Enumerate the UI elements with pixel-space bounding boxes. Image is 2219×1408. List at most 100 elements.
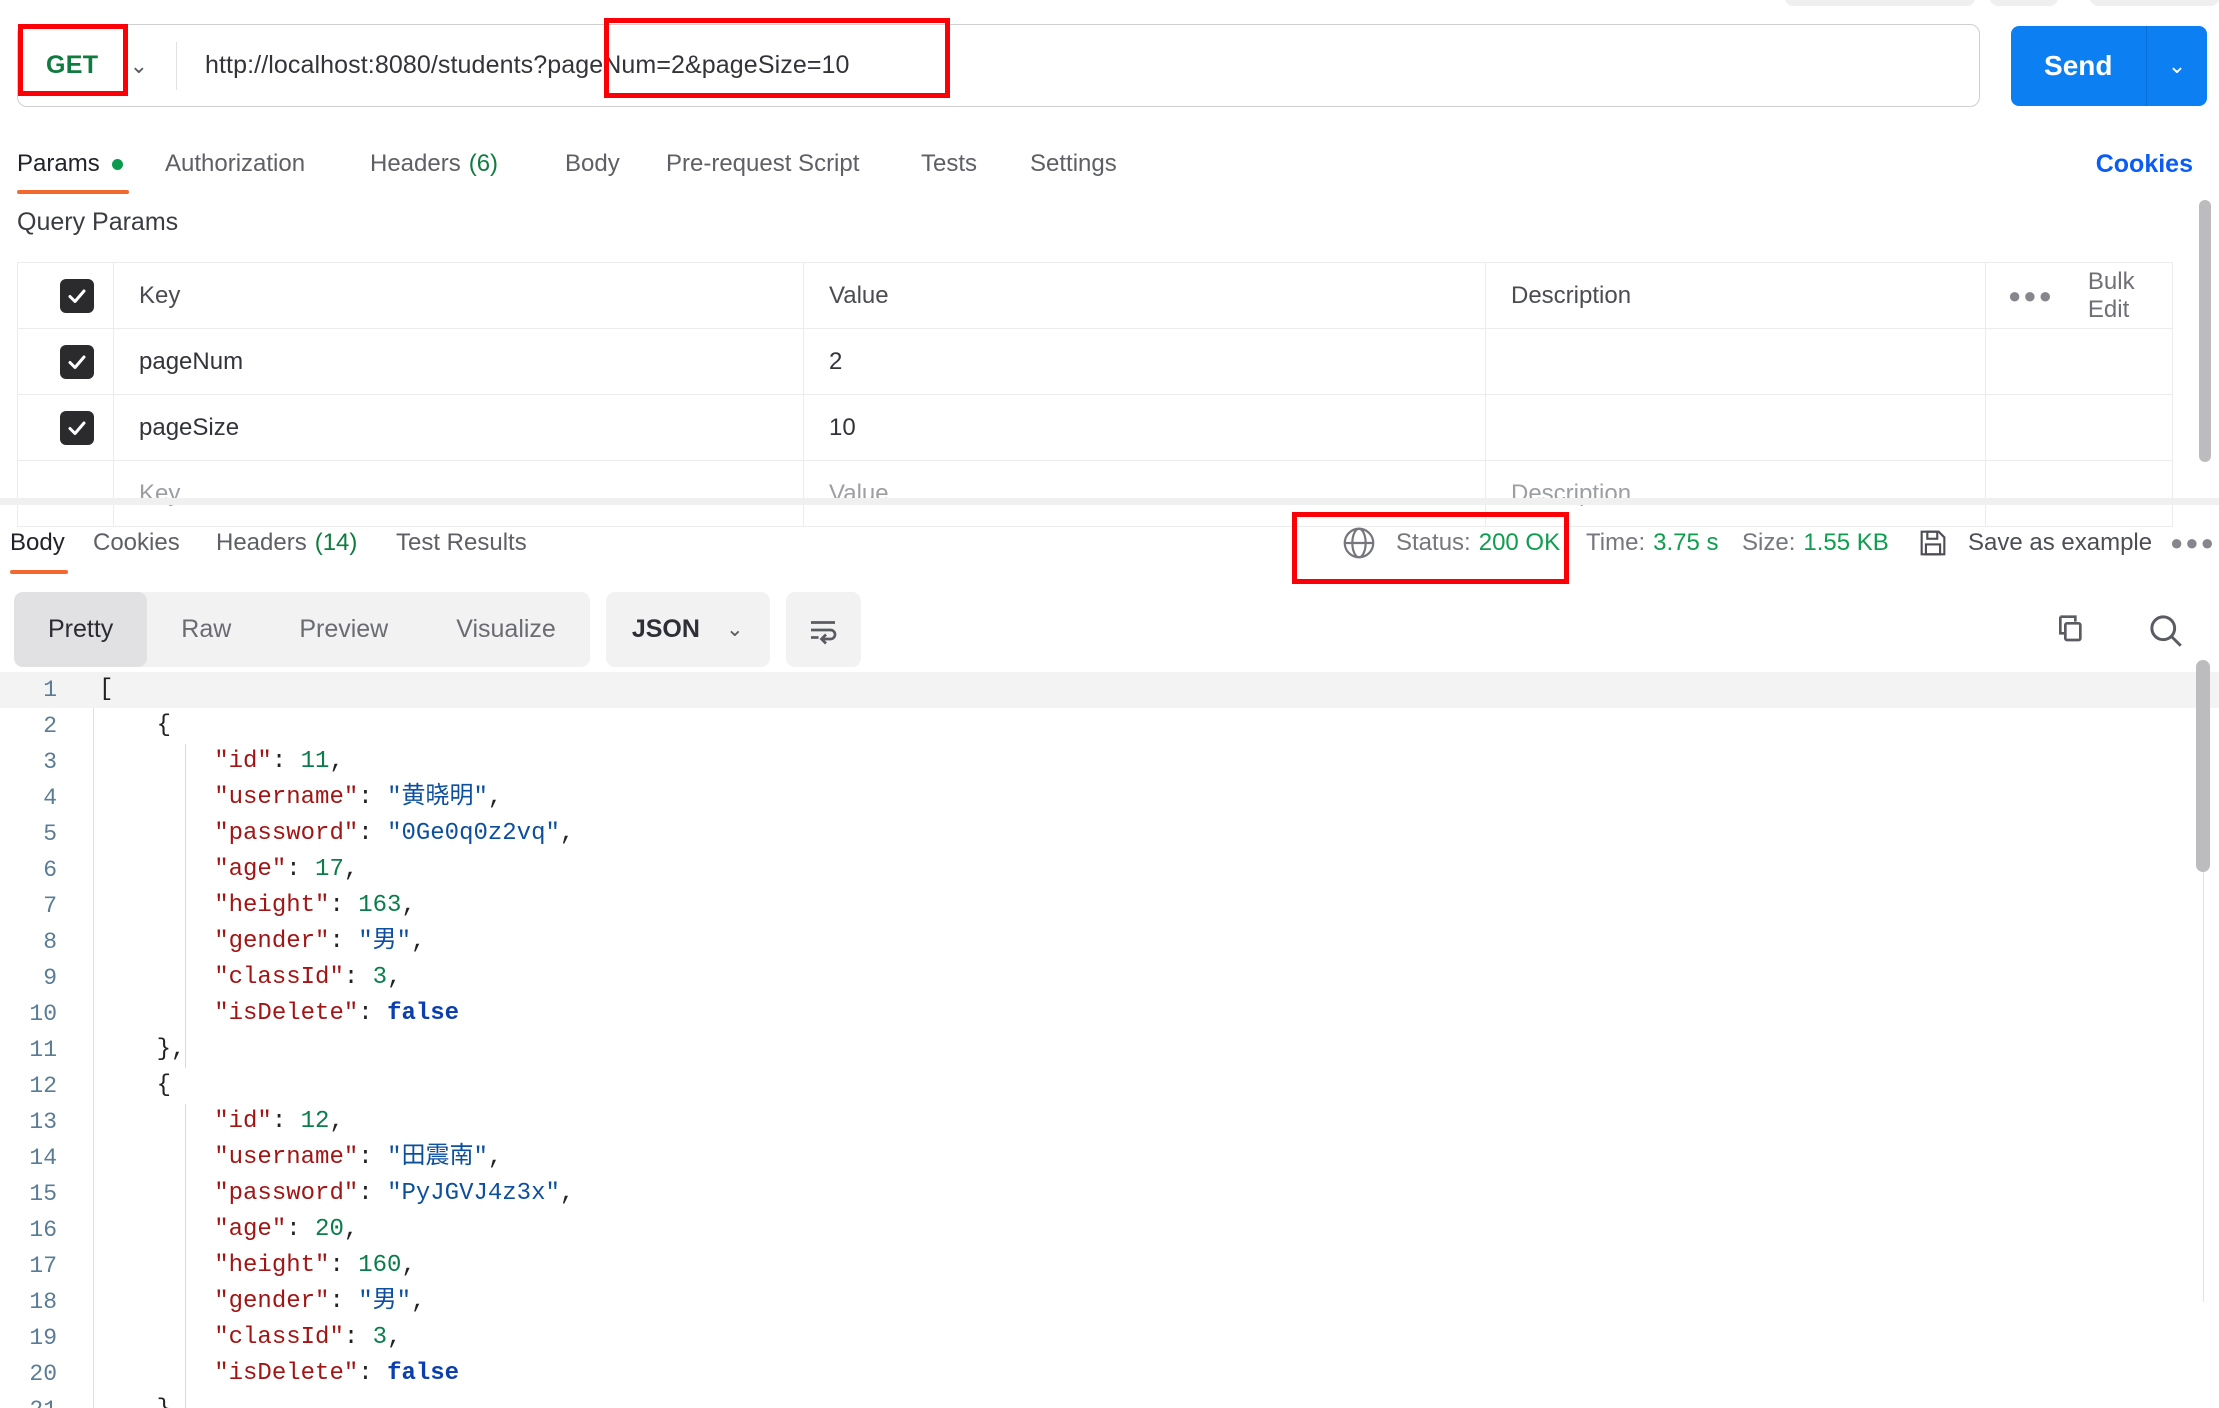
code-line: 21 },	[0, 1392, 2219, 1408]
view-mode-preview[interactable]: Preview	[265, 592, 422, 667]
tab-pre-request-script[interactable]: Pre-request Script	[666, 135, 859, 193]
send-options-chevron-down-icon[interactable]: ⌄	[2147, 53, 2207, 79]
row-value-cell[interactable]: 2	[803, 328, 1486, 395]
code-line-number: 1	[43, 677, 57, 703]
response-tab-test-results-label: Test Results	[396, 529, 527, 556]
tab-settings[interactable]: Settings	[1030, 135, 1117, 193]
header-value-label: Value	[829, 281, 889, 309]
code-line: 10 "isDelete": false	[0, 996, 2219, 1032]
method-selector[interactable]: GET ⌄	[18, 25, 176, 106]
header-actions-cell: ●●● Bulk Edit	[1985, 262, 2173, 329]
row-checkbox-cell[interactable]	[17, 328, 114, 395]
cookies-link[interactable]: Cookies	[2096, 135, 2193, 193]
row-key-cell[interactable]: pageSize	[113, 394, 804, 461]
response-tab-headers-count: (14)	[314, 529, 358, 556]
chevron-down-icon: ⌄	[129, 52, 148, 78]
row-value-cell[interactable]: 10	[803, 394, 1486, 461]
code-line-number: 16	[29, 1217, 57, 1243]
tab-tests[interactable]: Tests	[921, 135, 977, 193]
response-tab-headers[interactable]: Headers (14)	[216, 512, 357, 574]
request-pane-scrollbar[interactable]	[2199, 200, 2211, 462]
active-response-tab-indicator	[10, 570, 68, 574]
code-line-content: "gender": "男",	[99, 1288, 426, 1315]
response-action-icons	[2045, 592, 2187, 667]
code-line-content: "age": 17,	[99, 856, 359, 883]
tab-headers-label: Headers	[370, 150, 461, 177]
code-line-content: "password": "PyJGVJ4z3x",	[99, 1180, 575, 1207]
bulk-edit-button[interactable]: Bulk Edit	[2088, 268, 2172, 324]
row-checkbox[interactable]	[60, 410, 94, 445]
header-description-label: Description	[1511, 281, 1632, 309]
tab-pre-request-script-label: Pre-request Script	[666, 150, 860, 177]
globe-icon-wrap	[1340, 512, 1378, 574]
code-line-number: 10	[29, 1001, 57, 1027]
code-line-content: "height": 163,	[99, 892, 416, 919]
tab-headers[interactable]: Headers (6)	[370, 135, 498, 193]
code-line: 3 "id": 11,	[0, 744, 2219, 780]
code-line-number: 14	[29, 1145, 57, 1171]
code-line-content: "id": 12,	[99, 1108, 344, 1135]
code-line-number: 12	[29, 1073, 57, 1099]
code-line: 4 "username": "黄晓明",	[0, 780, 2219, 816]
response-body-viewer[interactable]: 1[2 {3 "id": 11, 4 "username": "黄晓明", 5 "p…	[0, 672, 2219, 1408]
tab-body[interactable]: Body	[565, 135, 620, 193]
row-value-value: 10	[829, 413, 856, 441]
response-tab-cookies[interactable]: Cookies	[93, 512, 180, 574]
wrap-lines-button[interactable]	[785, 592, 861, 667]
row-description-cell[interactable]	[1485, 394, 1986, 461]
table-header-row: Key Value Description ●●● Bulk Edit	[17, 262, 2173, 329]
tab-authorization[interactable]: Authorization	[165, 135, 305, 193]
ellipsis-horizontal-icon[interactable]: ●●●	[2008, 284, 2054, 307]
code-line: 20 "isDelete": false	[0, 1356, 2219, 1392]
text-wrap-icon	[811, 620, 837, 644]
code-line: 15 "password": "PyJGVJ4z3x",	[0, 1176, 2219, 1212]
code-line-content: },	[99, 1036, 186, 1063]
view-mode-visualize[interactable]: Visualize	[422, 592, 590, 667]
code-line-list: 1[2 {3 "id": 11, 4 "username": "黄晓明", 5 "p…	[0, 672, 2219, 1408]
response-body-scrollbar[interactable]	[2196, 660, 2210, 872]
code-line-number: 20	[29, 1361, 57, 1387]
pane-splitter[interactable]	[0, 498, 2219, 505]
select-all-checkbox[interactable]	[60, 278, 94, 313]
tab-tests-label: Tests	[921, 150, 978, 177]
code-line-content: [	[99, 676, 114, 703]
code-line: 19 "classId": 3,	[0, 1320, 2219, 1356]
response-tab-test-results[interactable]: Test Results	[396, 512, 527, 574]
query-params-table: Key Value Description ●●● Bulk Edit page…	[17, 262, 2173, 527]
size-meta: Size: 1.55 KB	[1742, 512, 1889, 574]
tab-params[interactable]: Params	[17, 135, 123, 193]
code-line: 2 {	[0, 708, 2219, 744]
row-description-cell[interactable]	[1485, 328, 1986, 395]
params-modified-dot-icon	[111, 158, 123, 170]
status-label: Status:	[1396, 529, 1471, 556]
ellipsis-horizontal-icon[interactable]: ●●●	[2170, 532, 2216, 554]
view-mode-raw[interactable]: Raw	[147, 592, 265, 667]
row-checkbox-cell[interactable]	[17, 394, 114, 461]
send-button[interactable]: Send	[2011, 50, 2146, 82]
time-label: Time:	[1586, 529, 1646, 556]
code-line-content: "isDelete": false	[99, 1000, 460, 1027]
response-tab-body-label: Body	[10, 529, 65, 556]
code-line-content: "password": "0Ge0q0z2vq",	[99, 820, 575, 847]
code-line-content: "username": "田震南",	[99, 1144, 503, 1171]
code-line: 11 },	[0, 1032, 2219, 1068]
row-key-cell[interactable]: pageNum	[113, 328, 804, 395]
size-label: Size:	[1742, 529, 1796, 556]
search-button[interactable]	[2143, 608, 2187, 652]
response-more-options[interactable]: ●●●	[2170, 512, 2216, 574]
response-format-selector[interactable]: JSON ⌄	[605, 592, 770, 667]
url-input[interactable]	[177, 25, 1979, 106]
select-all-cell[interactable]	[17, 262, 114, 329]
table-row: pageNum 2	[17, 328, 2173, 395]
copy-button[interactable]	[2045, 608, 2089, 652]
response-tab-body[interactable]: Body	[10, 512, 65, 574]
code-line-number: 21	[0, 1397, 75, 1408]
save-as-example-button[interactable]: Save as example	[1916, 512, 2152, 574]
view-mode-segmented-control: Pretty Raw Preview Visualize	[14, 592, 590, 667]
code-line: 12 {	[0, 1068, 2219, 1104]
active-tab-indicator	[17, 190, 129, 194]
table-row: pageSize 10	[17, 394, 2173, 461]
row-checkbox[interactable]	[60, 344, 94, 379]
view-mode-pretty[interactable]: Pretty	[14, 592, 148, 667]
tab-headers-count: (6)	[468, 150, 499, 177]
